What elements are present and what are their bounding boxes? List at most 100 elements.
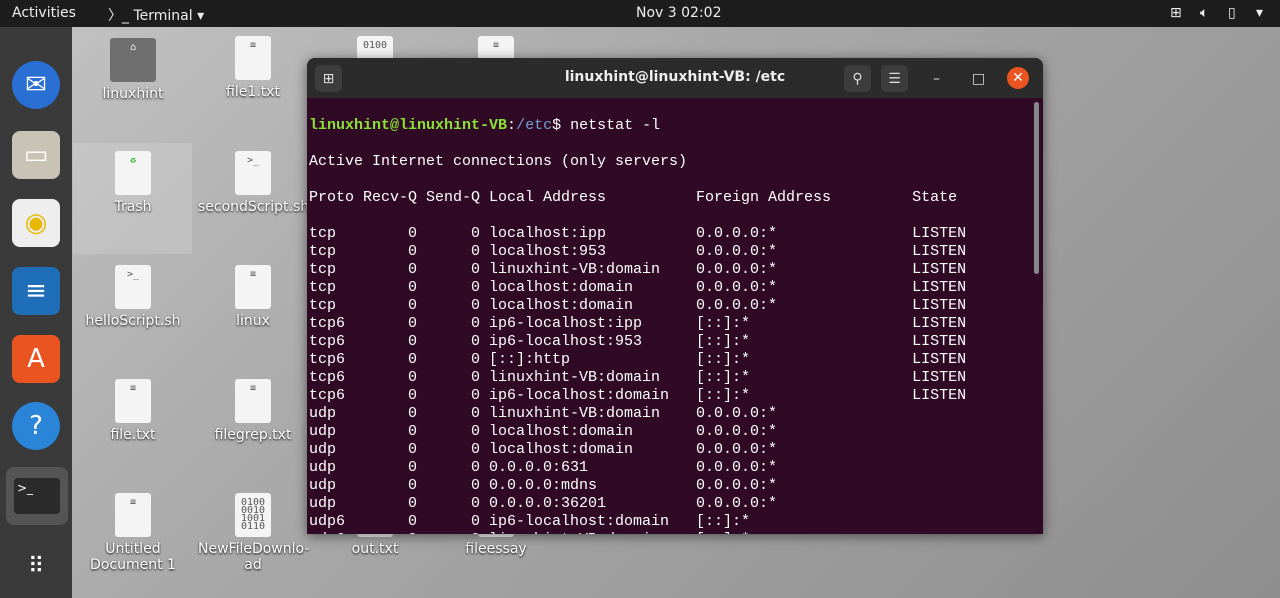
system-menu-chevron-icon[interactable]: ▾ [1256,5,1263,21]
cell-proto: tcp6 [309,387,346,404]
menu-icon[interactable]: ☰ [881,65,908,92]
cell-proto: tcp6 [309,351,346,368]
app-menu-label: Terminal [133,8,193,24]
desktop-icon-trash[interactable]: ♻ Trash [78,151,188,215]
terminal-prompt-icon: >_ [14,478,60,514]
cell-proto: tcp [309,243,337,260]
script-file-icon: >_ [115,265,151,309]
cell-send-q: 0 [470,225,480,242]
writer-icon[interactable]: ≡ [12,267,60,315]
cell-recv-q: 0 [407,351,417,368]
cell-proto: udp [309,441,337,458]
app-grid-icon[interactable]: ⠿ [12,542,60,590]
text-file-icon: ≡ [235,36,271,80]
activities-button[interactable]: Activities [12,5,76,21]
thunderbird-icon[interactable]: ✉ [12,61,60,109]
col-state: State [912,189,958,206]
cell-state: LISTEN [912,387,967,404]
cell-proto: udp6 [309,513,346,530]
search-icon[interactable]: ⚲ [844,65,871,92]
desktop-icon-file1[interactable]: ≡ file1.txt [198,36,308,100]
desktop-icon-linuxhint[interactable]: ⌂ linuxhint [78,38,188,102]
connection-row: tcp6 0 0 ip6-localhost:953 [::]:* LISTEN [309,333,966,351]
desktop-icon-untitled[interactable]: ≡ Untitled Document 1 [78,493,188,573]
clock[interactable]: Nov 3 02:02 [636,5,721,21]
software-icon[interactable]: A [12,335,60,383]
terminal-output[interactable]: linuxhint@linuxhint-VB:/etc$ netstat -l … [309,99,966,534]
cell-proto: tcp6 [309,315,346,332]
cell-foreign-address: 0.0.0.0:* [696,477,778,494]
maximize-icon[interactable]: □ [965,65,992,92]
cell-foreign-address: [::]:* [696,333,751,350]
connection-row: udp 0 0 0.0.0.0:631 0.0.0.0:* [309,459,966,477]
cell-state: LISTEN [912,225,967,242]
cell-proto: udp [309,495,337,512]
cell-proto: udp [309,477,337,494]
terminal-titlebar[interactable]: ⊞ linuxhint@linuxhint-VB: /etc ⚲ ☰ – □ ✕ [307,58,1043,98]
cell-local-address: ip6-localhost:domain [489,513,670,530]
scrollbar[interactable] [1034,102,1039,274]
col-local: Local Address [489,189,607,206]
desktop-icon-linux[interactable]: ≡ linux [198,265,308,329]
cell-foreign-address: 0.0.0.0:* [696,423,778,440]
connection-row: udp 0 0 0.0.0.0:mdns 0.0.0.0:* [309,477,966,495]
icon-label: out.txt [351,541,399,557]
cell-send-q: 0 [470,243,480,260]
cell-foreign-address: [::]:* [696,387,751,404]
cell-foreign-address: 0.0.0.0:* [696,405,778,422]
network-icon[interactable]: ⊞ [1170,5,1182,21]
terminal-window[interactable]: ⊞ linuxhint@linuxhint-VB: /etc ⚲ ☰ – □ ✕… [307,58,1043,534]
cell-foreign-address: 0.0.0.0:* [696,279,778,296]
close-icon[interactable]: ✕ [1007,67,1029,89]
cell-local-address: 0.0.0.0:36201 [489,495,607,512]
cell-foreign-address: [::]:* [696,531,912,534]
volume-icon[interactable]: 🔈︎ [1200,5,1208,21]
rhythmbox-icon[interactable]: ◉ [12,199,60,247]
top-bar: Activities 〉_ Terminal ▾ Nov 3 02:02 ⊞ 🔈… [0,0,1280,27]
cell-proto: tcp6 [309,333,346,350]
files-icon[interactable]: ▭ [12,131,60,179]
cell-state: LISTEN [912,333,967,350]
app-menu[interactable]: 〉_ Terminal ▾ [108,5,204,25]
cell-foreign-address: [::]:* [696,351,751,368]
cell-state: LISTEN [912,279,967,296]
icon-label: linuxhint [102,86,164,102]
connection-row: tcp 0 0 localhost:domain 0.0.0.0:* LISTEN [309,279,966,297]
cell-proto: udp [309,459,337,476]
cell-local-address: localhost:953 [489,243,607,260]
desktop-icon-filegrep[interactable]: ≡ filegrep.txt [198,379,308,443]
desktop-icon-helloscript[interactable]: >_ helloScript.sh [78,265,188,329]
cell-proto: udp [309,423,337,440]
desktop-icon-secondscript[interactable]: >_ secondScript.sh [198,151,309,215]
icon-label: Trash [114,199,152,215]
cell-foreign-address: [::]:* [696,315,751,332]
cell-recv-q: 0 [407,495,417,512]
cell-recv-q: 0 [407,315,417,332]
connection-row: udp 0 0 linuxhint-VB:domain 0.0.0.0:* [309,405,966,423]
cell-proto: tcp [309,279,337,296]
text-file-icon: ≡ [115,493,151,537]
cell-state: LISTEN [912,315,967,332]
icon-label: fileessay [465,541,527,557]
desktop-icon-newfiledownload[interactable]: 0100 0010 1001 0110 NewFileDownlo-ad [198,493,309,573]
help-icon[interactable]: ? [12,402,60,450]
cell-local-address: linuxhint-VB:domain [480,531,696,534]
desktop-icon-file[interactable]: ≡ file.txt [78,379,188,443]
cell-send-q: 0 [470,495,480,512]
minimize-icon[interactable]: – [923,65,950,92]
cell-proto: udp6 [309,531,354,534]
cell-foreign-address: 0.0.0.0:* [696,243,778,260]
prompt-user: linuxhint@linuxhint-VB [309,117,508,134]
cell-state: LISTEN [912,351,967,368]
cell-recv-q: 0 [407,441,417,458]
connection-row: tcp 0 0 linuxhint-VB:domain 0.0.0.0:* LISTEN [309,261,966,279]
icon-label: file1.txt [226,84,280,100]
cell-send-q: 0 [470,441,480,458]
battery-icon[interactable]: ▯ [1228,5,1236,21]
cell-state: LISTEN [912,297,967,314]
icon-label: linux [236,313,270,329]
cell-proto: tcp6 [309,369,346,386]
cell-send-q: 0 [470,423,480,440]
dock: ✉ ▭ ◉ ≡ A ? >_ ⠿ [0,27,72,598]
terminal-dock-icon[interactable]: >_ [6,467,68,525]
